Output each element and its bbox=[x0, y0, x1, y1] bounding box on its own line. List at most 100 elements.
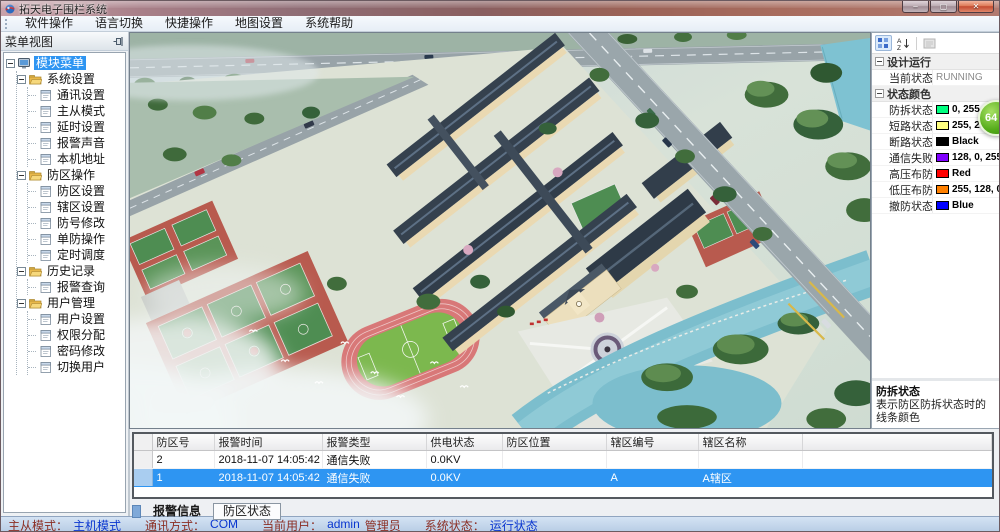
property-row[interactable]: 高压布防Red bbox=[872, 166, 999, 182]
tree-item[interactable]: 权限分配 bbox=[28, 327, 125, 343]
tree-item[interactable]: 报警查询 bbox=[28, 279, 125, 295]
category-expander[interactable] bbox=[875, 57, 884, 66]
tree-expander[interactable] bbox=[17, 267, 26, 276]
menu-item-2[interactable]: 快捷操作 bbox=[154, 16, 224, 31]
property-category[interactable]: 状态颜色 bbox=[872, 86, 999, 102]
column-header-5[interactable]: 辖区编号 bbox=[606, 434, 698, 451]
property-row[interactable]: 撤防状态Blue bbox=[872, 198, 999, 214]
tree-item[interactable]: 辖区设置 bbox=[28, 199, 125, 215]
column-header-3[interactable]: 供电状态 bbox=[426, 434, 502, 451]
alphabetical-sort-button[interactable]: A Z bbox=[895, 35, 912, 51]
property-value[interactable]: Blue bbox=[932, 198, 999, 213]
alarm-table: 防区号报警时间报警类型供电状态防区位置辖区编号辖区名称22018-11-07 1… bbox=[134, 434, 992, 487]
categorized-view-button[interactable] bbox=[875, 35, 892, 51]
maximize-button[interactable]: ▢ bbox=[930, 1, 957, 13]
tree-item[interactable]: 单防操作 bbox=[28, 231, 125, 247]
property-value[interactable]: Red bbox=[932, 166, 999, 181]
property-value[interactable]: 255, 128, 0 bbox=[932, 182, 999, 197]
table-cell[interactable] bbox=[802, 451, 992, 469]
column-header-7[interactable] bbox=[802, 434, 992, 451]
table-cell[interactable]: 0.0KV bbox=[426, 451, 502, 469]
table-row[interactable]: 12018-11-07 14:05:42通信失败0.0KV AA辖区 bbox=[134, 469, 992, 487]
menu-item-0[interactable]: 软件操作 bbox=[14, 16, 84, 31]
table-cell[interactable]: 2018-11-07 14:05:42 bbox=[214, 451, 322, 469]
property-row[interactable]: 通信失败128, 0, 255 bbox=[872, 150, 999, 166]
table-cell[interactable]: 通信失败 bbox=[322, 451, 426, 469]
column-header-2[interactable]: 报警类型 bbox=[322, 434, 426, 451]
table-cell[interactable]: 通信失败 bbox=[322, 469, 426, 487]
tree-item-label: 用户管理 bbox=[45, 296, 97, 310]
tree-item[interactable]: 本机地址 bbox=[28, 151, 125, 167]
tree-item[interactable]: 用户管理 bbox=[17, 295, 125, 311]
menu-item-4[interactable]: 系统帮助 bbox=[294, 16, 364, 31]
tree-item[interactable]: 密码修改 bbox=[28, 343, 125, 359]
tree-expander[interactable] bbox=[17, 75, 26, 84]
toolbar-grip[interactable] bbox=[5, 19, 7, 29]
tree-item-label: 防号修改 bbox=[55, 216, 107, 230]
menu-item-3[interactable]: 地图设置 bbox=[224, 16, 294, 31]
property-value[interactable]: 128, 0, 255 bbox=[932, 150, 999, 165]
campus-aerial-render bbox=[130, 33, 870, 428]
property-value[interactable]: Black bbox=[932, 134, 999, 149]
tree-connector bbox=[28, 287, 36, 288]
table-cell[interactable] bbox=[802, 469, 992, 487]
row-indicator[interactable] bbox=[134, 469, 152, 487]
tree-item[interactable]: 定时调度 bbox=[28, 247, 125, 263]
close-button[interactable]: ✕ bbox=[958, 1, 994, 13]
tree-item[interactable]: 主从模式 bbox=[28, 103, 125, 119]
folder-icon bbox=[29, 266, 42, 277]
tree-item[interactable]: 防号修改 bbox=[28, 215, 125, 231]
column-header-4[interactable]: 防区位置 bbox=[502, 434, 606, 451]
tree-expander[interactable] bbox=[6, 59, 15, 68]
tree-item[interactable]: 通讯设置 bbox=[28, 87, 125, 103]
table-cell[interactable]: 2018-11-07 14:05:42 bbox=[214, 469, 322, 487]
column-header-6[interactable]: 辖区名称 bbox=[698, 434, 802, 451]
property-row[interactable]: 低压布防255, 128, 0 bbox=[872, 182, 999, 198]
property-row[interactable]: 当前状态RUNNING bbox=[872, 70, 999, 86]
tree-item[interactable]: 防区操作 bbox=[17, 167, 125, 183]
tree-expander[interactable] bbox=[17, 299, 26, 308]
category-expander[interactable] bbox=[875, 89, 884, 98]
tree-expander[interactable] bbox=[17, 171, 26, 180]
tree-item[interactable]: 历史记录 bbox=[17, 263, 125, 279]
tree-item[interactable]: 防区设置 bbox=[28, 183, 125, 199]
campus-map-view[interactable] bbox=[129, 32, 871, 429]
menu-item-1[interactable]: 语言切换 bbox=[84, 16, 154, 31]
pin-icon[interactable] bbox=[113, 36, 124, 47]
tree-item-label: 辖区设置 bbox=[55, 200, 107, 214]
table-cell[interactable]: 2 bbox=[152, 451, 214, 469]
table-cell[interactable] bbox=[698, 451, 802, 469]
tree-item[interactable]: 切换用户 bbox=[28, 359, 125, 375]
tree-item[interactable]: 延时设置 bbox=[28, 119, 125, 135]
table-cell[interactable]: 0.0KV bbox=[426, 469, 502, 487]
tree-item[interactable]: 用户设置 bbox=[28, 311, 125, 327]
column-header-0[interactable]: 防区号 bbox=[152, 434, 214, 451]
bottom-tab-1[interactable]: 防区状态 bbox=[213, 503, 281, 520]
table-row[interactable]: 22018-11-07 14:05:42通信失败0.0KV bbox=[134, 451, 992, 469]
property-pages-icon bbox=[923, 38, 936, 49]
row-indicator[interactable] bbox=[134, 451, 152, 469]
table-cell[interactable] bbox=[502, 469, 606, 487]
property-category[interactable]: 设计运行 bbox=[872, 54, 999, 70]
doc-icon bbox=[40, 138, 52, 149]
title-bar[interactable]: 拓天电子围栏系统 – ▢ ✕ bbox=[1, 1, 999, 16]
tree-item[interactable]: 模块菜单 bbox=[6, 55, 125, 71]
table-cell[interactable]: 1 bbox=[152, 469, 214, 487]
column-header-1[interactable]: 报警时间 bbox=[214, 434, 322, 451]
table-cell[interactable]: A辖区 bbox=[698, 469, 802, 487]
property-pages-button[interactable] bbox=[921, 35, 938, 51]
table-cell[interactable] bbox=[606, 451, 698, 469]
property-row[interactable]: 断路状态Black bbox=[872, 134, 999, 150]
tree-connector bbox=[28, 95, 36, 96]
property-value[interactable]: RUNNING bbox=[932, 70, 999, 85]
tree-item-label: 用户设置 bbox=[55, 312, 107, 326]
minimize-button[interactable]: – bbox=[902, 1, 929, 13]
tree-item[interactable]: 系统设置 bbox=[17, 71, 125, 87]
bottom-tab-0[interactable]: 报警信息 bbox=[144, 504, 210, 519]
property-value-text: RUNNING bbox=[936, 72, 983, 83]
table-cell[interactable] bbox=[502, 451, 606, 469]
tab-scroll-marker[interactable] bbox=[132, 505, 141, 518]
table-cell[interactable]: A bbox=[606, 469, 698, 487]
status-value: admin bbox=[327, 517, 360, 532]
tree-item[interactable]: 报警声音 bbox=[28, 135, 125, 151]
